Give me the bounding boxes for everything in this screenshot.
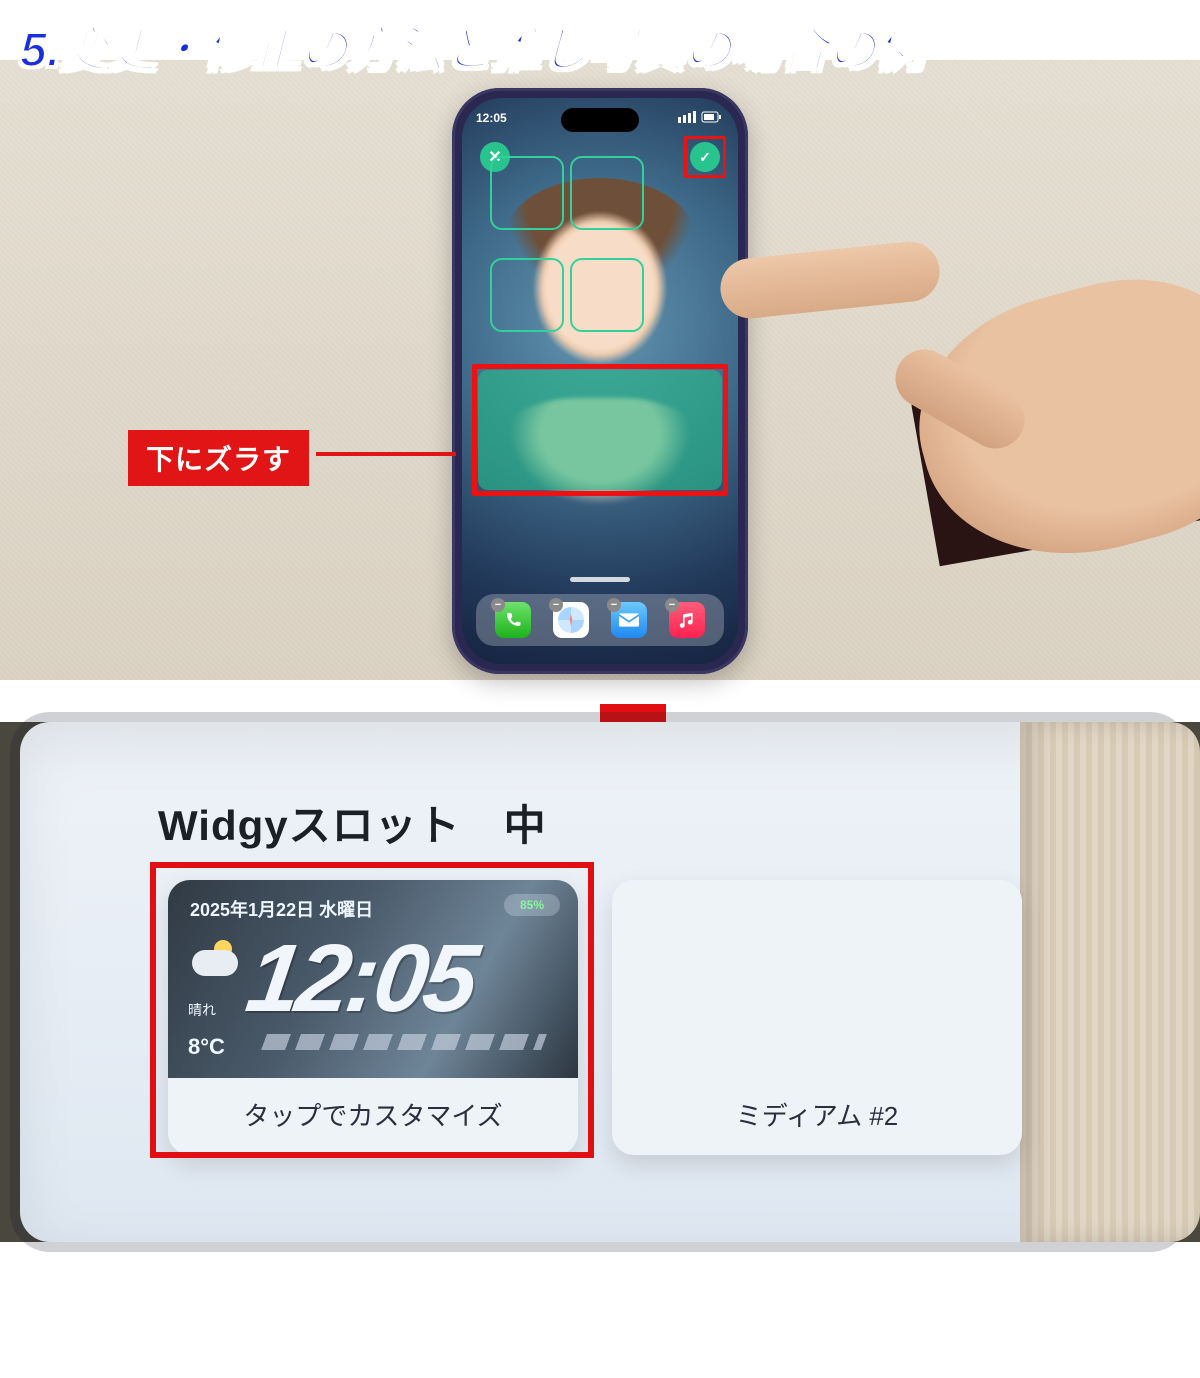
bottom-photo-panel: Widgyスロット 中 2025年1月22日 水曜日 85% 12:05 晴れ … bbox=[0, 722, 1200, 1242]
widget-slot-small-2[interactable] bbox=[570, 156, 644, 230]
dock-app-mail[interactable]: − bbox=[611, 602, 647, 638]
widget-card-2[interactable]: ミディアム #2 bbox=[612, 880, 1022, 1155]
pointing-hand bbox=[680, 180, 1200, 480]
dock-app-music[interactable]: − bbox=[669, 602, 705, 638]
status-right-icons bbox=[678, 111, 724, 126]
remove-badge-icon[interactable]: − bbox=[607, 598, 621, 612]
highlight-confirm bbox=[684, 136, 726, 178]
safari-icon bbox=[558, 607, 584, 633]
dock-app-phone[interactable]: − bbox=[495, 602, 531, 638]
top-photo-panel: 12:05 ✕ ✓ − bbox=[0, 60, 1200, 680]
status-bar: 12:05 bbox=[462, 106, 738, 130]
dock: − − − − bbox=[476, 594, 724, 646]
widget-preview-2-empty bbox=[612, 880, 1022, 1078]
highlight-card-1 bbox=[150, 862, 594, 1158]
widget-caption-2: ミディアム #2 bbox=[612, 1078, 1022, 1155]
callout-leader-line bbox=[316, 452, 456, 456]
remove-badge-icon[interactable]: − bbox=[491, 598, 505, 612]
status-time: 12:05 bbox=[476, 111, 507, 125]
remove-badge-icon[interactable]: − bbox=[549, 598, 563, 612]
home-indicator bbox=[570, 577, 630, 582]
page-title: 5.変更・修正の方法と推し写真の場合の例 bbox=[0, 0, 1200, 80]
remove-badge-icon[interactable]: − bbox=[665, 598, 679, 612]
widget-slot-small-1[interactable] bbox=[490, 156, 564, 230]
widget-slot-small-3[interactable] bbox=[490, 258, 564, 332]
widgy-screen: Widgyスロット 中 2025年1月22日 水曜日 85% 12:05 晴れ … bbox=[20, 722, 1180, 1242]
desk-edge bbox=[1020, 722, 1200, 1242]
slot-heading: Widgyスロット 中 bbox=[158, 792, 547, 853]
widget-slot-small-4[interactable] bbox=[570, 258, 644, 332]
dock-app-safari[interactable]: − bbox=[553, 602, 589, 638]
flow-arrow-down-icon bbox=[0, 680, 1200, 722]
callout-label: 下にズラす bbox=[128, 430, 309, 486]
